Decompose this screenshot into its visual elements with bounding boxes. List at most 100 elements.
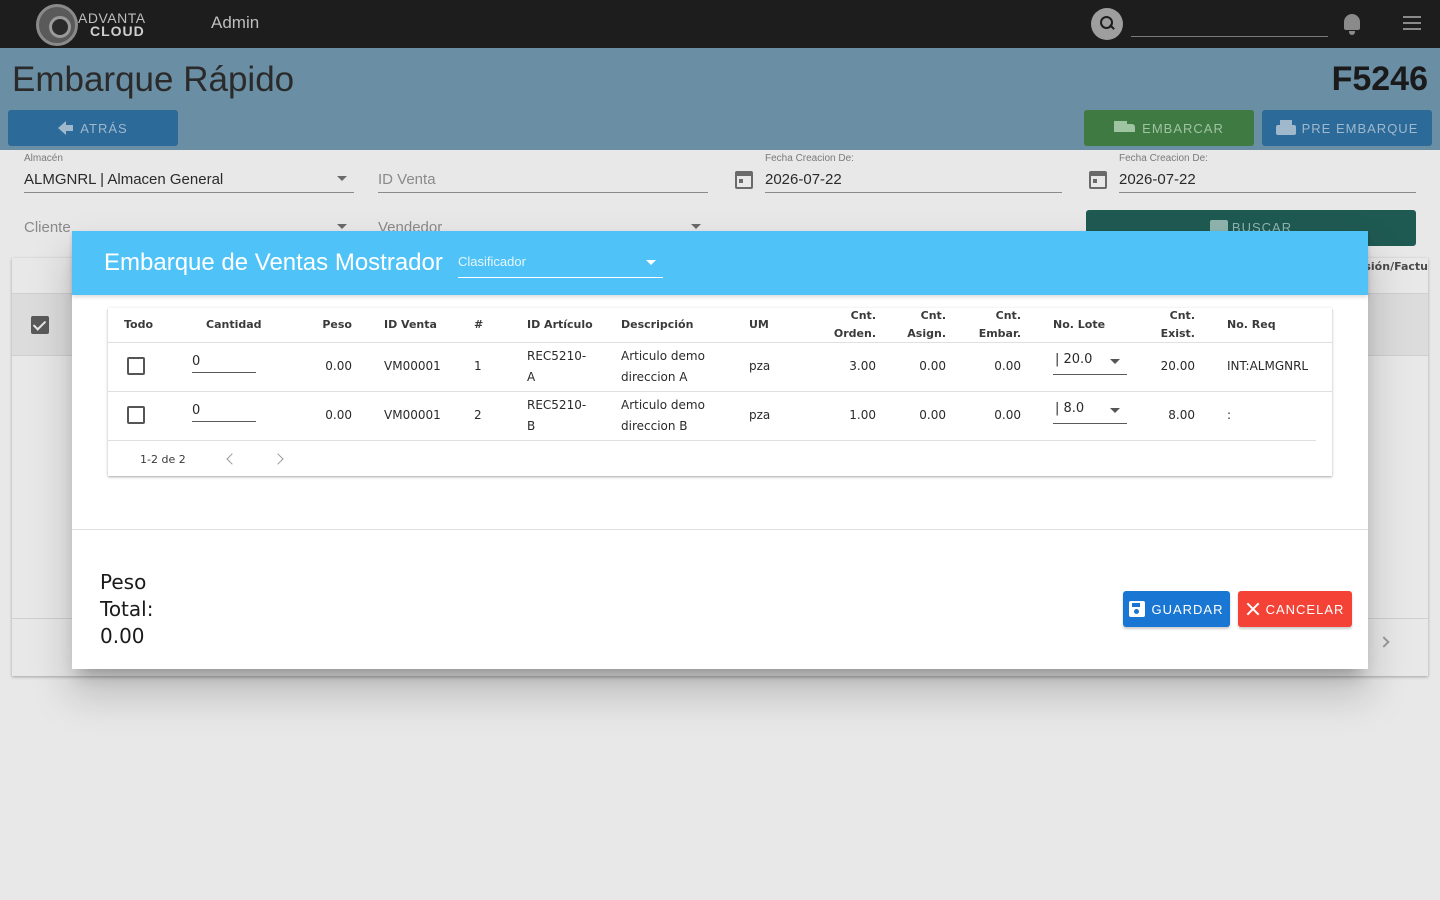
calendar-icon[interactable] — [735, 171, 753, 189]
row-id-articulo-line1: REC5210- — [527, 398, 587, 412]
search-input[interactable] — [1131, 36, 1328, 37]
lote-select[interactable]: | 20.0 — [1053, 351, 1127, 375]
column-header-cnt-embar[interactable]: Cnt. Embar. — [958, 307, 1021, 343]
almacen-label: Almacén — [24, 153, 63, 164]
notifications-bell-icon[interactable] — [1342, 12, 1362, 36]
row-cnt-asign: 0.00 — [919, 359, 946, 373]
save-button[interactable]: GUARDAR — [1123, 591, 1230, 627]
row-cnt-exist: 20.00 — [1160, 359, 1195, 373]
row-checkbox[interactable] — [127, 406, 145, 424]
column-header-id-venta[interactable]: ID Venta — [384, 316, 437, 334]
fecha2-label: Fecha Creacion De: — [1119, 153, 1208, 164]
hamburger-menu-icon[interactable] — [1403, 16, 1421, 30]
row-number: 2 — [474, 408, 482, 422]
pre-ship-button[interactable]: PRE EMBARQUE — [1262, 110, 1432, 146]
column-header-todo[interactable]: Todo — [124, 316, 153, 334]
row-cnt-orden: 3.00 — [849, 359, 876, 373]
search-icon[interactable] — [1091, 8, 1123, 40]
column-header-no-lote[interactable]: No. Lote — [1053, 316, 1105, 334]
column-header-no-req[interactable]: No. Req — [1227, 316, 1276, 334]
cliente-select[interactable]: Cliente — [24, 219, 71, 236]
table-header-divider — [108, 342, 1332, 343]
truck-icon — [1114, 121, 1136, 135]
almacen-select[interactable]: ALMGNRL | Almacen General — [24, 171, 223, 188]
vendedor-dropdown-icon[interactable] — [691, 224, 701, 229]
clasificador-dropdown-icon[interactable] — [646, 260, 656, 265]
almacen-dropdown-icon[interactable] — [337, 176, 347, 181]
row-number: 1 — [474, 359, 482, 373]
column-header-cnt-exist-line1: Cnt. — [1169, 309, 1195, 322]
row-divider — [108, 440, 1316, 441]
column-header-cnt-asign-line1: Cnt. — [920, 309, 946, 322]
row-peso: 0.00 — [325, 359, 352, 373]
lote-select-value: | 8.0 — [1055, 401, 1085, 416]
dialog-divider — [72, 529, 1368, 530]
id-venta-underline — [378, 192, 708, 193]
quantity-input[interactable] — [192, 400, 256, 422]
quantity-input[interactable] — [192, 351, 256, 373]
column-header-um[interactable]: UM — [749, 316, 769, 334]
column-header-descripcion[interactable]: Descripción — [621, 316, 693, 334]
ship-button[interactable]: EMBARCAR — [1084, 110, 1254, 146]
fecha1-label: Fecha Creacion De: — [765, 153, 854, 164]
id-venta-input[interactable]: ID Venta — [378, 171, 436, 188]
fecha2-input[interactable]: 2026-07-22 — [1119, 171, 1196, 188]
row-checkbox[interactable] — [127, 357, 145, 375]
dialog-header: Embarque de Ventas Mostrador Clasificado… — [72, 231, 1368, 295]
column-header-peso[interactable]: Peso — [308, 316, 352, 334]
page-code: F5246 — [1331, 60, 1428, 98]
column-header-cnt-orden-line1: Cnt. — [850, 309, 876, 322]
row-um: pza — [749, 408, 771, 422]
peso-total: Peso Total: 0.00 — [100, 569, 180, 650]
next-page-icon[interactable] — [272, 453, 284, 465]
row-descripcion-line1: Articulo demo — [621, 398, 705, 412]
row-cnt-orden: 1.00 — [849, 408, 876, 422]
peso-total-value: 0.00 — [100, 624, 145, 648]
ship-button-label: EMBARCAR — [1142, 120, 1224, 136]
row-select-checkbox[interactable] — [31, 316, 49, 334]
lote-select[interactable]: | 8.0 — [1053, 400, 1127, 424]
column-header-cnt-exist-line2: Exist. — [1160, 327, 1195, 340]
column-header-cnt-embar-line1: Cnt. — [995, 309, 1021, 322]
logo-text-line2: CLOUD — [90, 23, 145, 39]
row-id-articulo-line2: B — [527, 419, 536, 433]
column-header-cantidad[interactable]: Cantidad — [206, 316, 262, 334]
pagination-range: 1-2 de 2 — [140, 453, 186, 466]
row-no-req: : — [1227, 408, 1232, 422]
row-id-articulo: REC5210- B — [527, 395, 586, 437]
row-id-articulo-line2: A — [527, 370, 536, 384]
cancel-button[interactable]: CANCELAR — [1238, 591, 1352, 627]
app-section-title: Admin — [211, 13, 260, 32]
row-cnt-embar: 0.00 — [994, 359, 1021, 373]
row-descripcion-line2: direccion A — [621, 370, 688, 384]
column-header-number[interactable]: # — [474, 316, 483, 334]
back-button-label: ATRÁS — [80, 120, 128, 136]
row-descripcion-line1: Articulo demo — [621, 349, 705, 363]
cliente-dropdown-icon[interactable] — [337, 224, 347, 229]
lote-dropdown-icon — [1110, 408, 1120, 413]
fecha2-underline — [1119, 192, 1416, 193]
arrow-left-icon — [58, 121, 74, 135]
embarque-items-table: Todo Cantidad Peso ID Venta # ID Artícul… — [108, 308, 1332, 476]
printer-icon — [1275, 120, 1296, 136]
page-title: Embarque Rápido — [12, 60, 295, 99]
advanta-cloud-logo[interactable]: ADVANTA CLOUD — [36, 4, 160, 46]
peso-total-label-line2: Total: — [100, 597, 154, 621]
column-header-id-articulo[interactable]: ID Artículo — [527, 316, 593, 334]
row-no-req: INT:ALMGNRL — [1227, 359, 1309, 373]
clasificador-select[interactable]: Clasificador — [458, 254, 526, 269]
column-header-cnt-asign[interactable]: Cnt. Asign. — [884, 307, 946, 343]
fecha1-input[interactable]: 2026-07-22 — [765, 171, 842, 188]
row-id-articulo: REC5210- A — [527, 346, 586, 388]
calendar-icon[interactable] — [1089, 171, 1107, 189]
column-header-cnt-embar-line2: Embar. — [978, 327, 1021, 340]
column-header-cnt-orden[interactable]: Cnt. Orden. — [808, 307, 876, 343]
back-button[interactable]: ATRÁS — [8, 110, 178, 146]
next-page-icon[interactable] — [1378, 636, 1390, 648]
column-header-cnt-exist[interactable]: Cnt. Exist. — [1138, 307, 1195, 343]
row-cnt-asign: 0.00 — [919, 408, 946, 422]
row-descripcion-line2: direccion B — [621, 419, 688, 433]
peso-total-label-line1: Peso — [100, 570, 147, 594]
previous-page-icon[interactable] — [226, 453, 238, 465]
pre-ship-button-label: PRE EMBARQUE — [1301, 120, 1419, 136]
